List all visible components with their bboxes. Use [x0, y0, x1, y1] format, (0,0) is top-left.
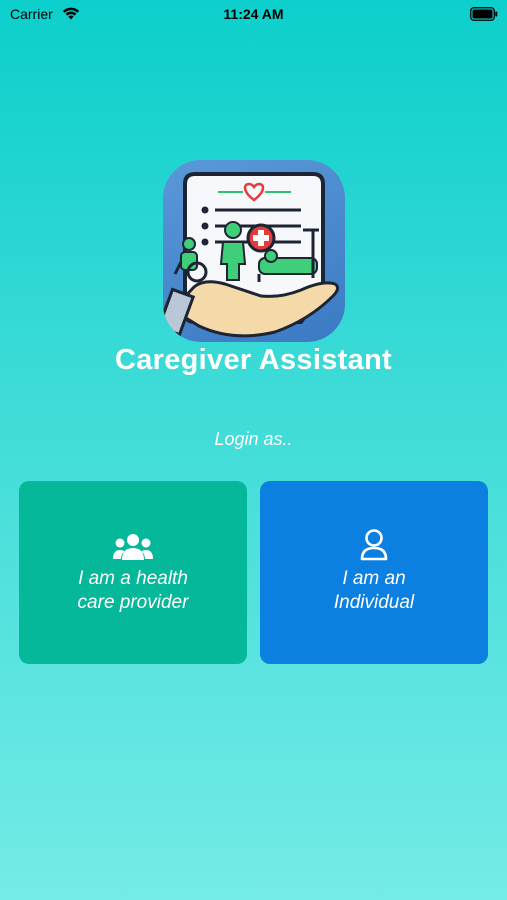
individual-label: I am an Individual: [333, 568, 415, 613]
health-care-provider-label: I am a health care provider: [77, 568, 189, 613]
clock: 11:24 AM: [223, 6, 284, 22]
individual-button[interactable]: I am an Individual: [260, 481, 488, 664]
health-care-provider-button[interactable]: I am a health care provider: [19, 481, 247, 664]
caregiver-logo-icon: [163, 172, 340, 338]
app-title: Caregiver Assistant: [114, 344, 393, 376]
group-icon: [113, 531, 153, 561]
person-icon: [360, 529, 388, 561]
status-bar: Carrier 11:24 AM: [0, 0, 507, 30]
app-logo: [163, 160, 345, 342]
battery-icon: [470, 7, 498, 21]
login-prompt: Login as..: [214, 429, 293, 449]
